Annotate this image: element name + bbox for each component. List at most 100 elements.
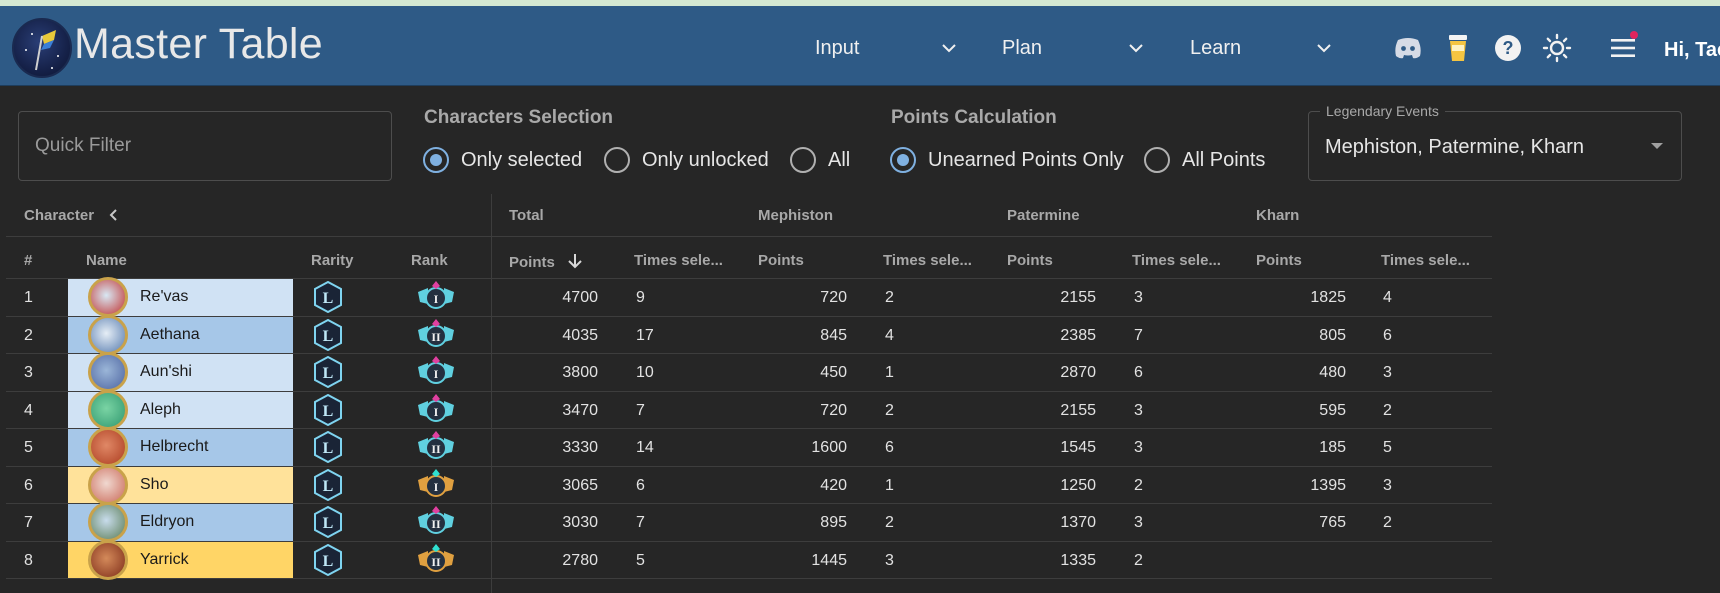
column-header-name[interactable]: Name xyxy=(86,252,127,269)
table-row[interactable]: 2 Aethana L II 4035 17 845 4 2385 7 805 6 xyxy=(6,314,1492,355)
column-group-total: Total xyxy=(509,207,544,224)
mephiston-times-cell: 4 xyxy=(885,326,894,344)
table-row[interactable]: 4 Aleph L I 3470 7 720 2 2155 3 595 2 xyxy=(6,389,1492,430)
radio-unchecked-icon xyxy=(790,147,816,173)
legendary-rarity-icon: L xyxy=(314,543,342,576)
table-row[interactable]: 3 Aun'shi L I 3800 10 450 1 2870 6 480 3 xyxy=(6,352,1492,393)
character-portrait-icon xyxy=(88,314,128,355)
quick-filter-input[interactable] xyxy=(18,111,392,181)
character-name-cell[interactable]: Aun'shi xyxy=(68,352,293,393)
column-header-rarity[interactable]: Rarity xyxy=(311,252,354,269)
nav-menu-label: Learn xyxy=(1190,36,1242,59)
radio-checked-icon xyxy=(423,147,449,173)
character-name: Helbrecht xyxy=(140,438,209,456)
character-portrait-icon xyxy=(88,502,128,543)
column-header-total-times[interactable]: Times sele... xyxy=(634,252,723,269)
radio-unchecked-icon xyxy=(604,147,630,173)
radio-all[interactable]: All xyxy=(790,146,850,174)
character-name-cell[interactable]: Sho xyxy=(68,464,293,505)
total-times-cell: 7 xyxy=(636,514,645,531)
column-header-index[interactable]: # xyxy=(24,252,32,269)
chevron-down-icon xyxy=(942,44,956,53)
logo-emblem-icon xyxy=(25,30,59,71)
column-header-rank[interactable]: Rank xyxy=(411,252,448,269)
character-name: Yarrick xyxy=(140,550,189,568)
nav-menu-input[interactable]: Input xyxy=(815,30,965,66)
row-index: 3 xyxy=(24,364,33,381)
nav-menu-label: Plan xyxy=(1002,36,1043,59)
character-name-cell[interactable]: Re'vas xyxy=(68,277,293,318)
svg-text:II: II xyxy=(431,517,441,531)
character-name-cell[interactable]: Yarrick xyxy=(68,539,293,580)
row-index: 7 xyxy=(24,514,33,531)
mephiston-points-cell: 1445 xyxy=(811,551,847,569)
dropdown-arrow-icon[interactable] xyxy=(1651,143,1663,149)
rank-badge-gold-icon: II xyxy=(418,543,454,572)
character-name: Sho xyxy=(140,475,169,493)
nav-menu-plan[interactable]: Plan xyxy=(1002,30,1152,66)
chevron-left-icon[interactable] xyxy=(108,208,120,222)
radio-only-unlocked[interactable]: Only unlocked xyxy=(604,146,769,174)
legendary-rarity-icon: L xyxy=(314,468,342,501)
help-icon[interactable]: ? xyxy=(1492,32,1524,64)
character-name-cell[interactable]: Aleph xyxy=(68,389,293,430)
user-greeting[interactable]: Hi, Tac xyxy=(1664,39,1720,62)
table-row[interactable]: 6 Sho L I 3065 6 420 1 1250 2 1395 3 xyxy=(6,464,1492,505)
sun-icon[interactable] xyxy=(1541,32,1573,64)
table-row[interactable]: 5 Helbrecht L II 3330 14 1600 6 1545 3 185 5 xyxy=(6,427,1492,468)
radio-checked-icon xyxy=(890,147,916,173)
character-name-cell[interactable]: Eldryon xyxy=(68,502,293,543)
kharn-points-cell: 805 xyxy=(1319,326,1346,344)
patermine-points-cell: 2385 xyxy=(1060,326,1096,344)
sort-descending-arrow-icon[interactable] xyxy=(567,252,583,270)
character-portrait-icon xyxy=(88,539,128,580)
character-name: Aun'shi xyxy=(140,363,192,381)
row-index: 2 xyxy=(24,326,33,344)
svg-text:L: L xyxy=(323,328,334,345)
column-header-kharn-points[interactable]: Points xyxy=(1256,252,1302,269)
svg-text:II: II xyxy=(431,555,441,569)
column-header-kharn-times[interactable]: Times sele... xyxy=(1381,252,1470,269)
column-group-character[interactable]: Character xyxy=(24,207,120,224)
character-name-cell[interactable]: Helbrecht xyxy=(68,427,293,468)
radio-unearned-points-only[interactable]: Unearned Points Only xyxy=(890,146,1124,174)
svg-text:L: L xyxy=(323,440,334,457)
total-points-cell: 3330 xyxy=(562,439,598,456)
mephiston-points-cell: 845 xyxy=(820,326,847,344)
coffee-cup-icon[interactable] xyxy=(1442,32,1474,64)
character-name: Aethana xyxy=(140,325,200,343)
table-row[interactable]: 7 Eldryon L II 3030 7 895 2 1370 3 765 2 xyxy=(6,502,1492,543)
chevron-down-icon xyxy=(1317,44,1331,53)
kharn-points-cell: 480 xyxy=(1319,364,1346,381)
svg-text:II: II xyxy=(431,442,441,456)
kharn-points-cell: 595 xyxy=(1319,401,1346,419)
table-row[interactable]: 8 Yarrick L II 2780 5 1445 3 1335 2 xyxy=(6,539,1492,580)
svg-text:I: I xyxy=(434,292,439,306)
legendary-rarity-icon: L xyxy=(314,356,342,388)
kharn-times-cell: 3 xyxy=(1383,364,1392,381)
column-header-patermine-points[interactable]: Points xyxy=(1007,252,1053,269)
legendary-events-value: Mephiston, Patermine, Kharn xyxy=(1325,136,1585,158)
character-portrait-icon xyxy=(88,389,128,430)
menu-icon[interactable] xyxy=(1607,31,1639,64)
table-row[interactable]: 1 Re'vas L I 4700 9 720 2 2155 3 1825 4 xyxy=(6,277,1492,318)
radio-only-selected[interactable]: Only selected xyxy=(423,146,582,174)
kharn-points-cell: 1825 xyxy=(1310,289,1346,306)
total-points-cell: 3800 xyxy=(562,364,598,381)
column-header-patermine-times[interactable]: Times sele... xyxy=(1132,252,1221,269)
patermine-points-cell: 1545 xyxy=(1060,439,1096,456)
column-header-mephiston-points[interactable]: Points xyxy=(758,252,804,269)
nav-menu-learn[interactable]: Learn xyxy=(1190,30,1340,66)
character-name-cell[interactable]: Aethana xyxy=(68,314,293,355)
kharn-times-cell: 4 xyxy=(1383,289,1392,306)
column-header-total-points[interactable]: Points xyxy=(509,252,583,271)
svg-text:?: ? xyxy=(1503,38,1514,58)
app-logo[interactable] xyxy=(12,18,72,78)
column-header-mephiston-times[interactable]: Times sele... xyxy=(883,252,972,269)
discord-icon[interactable] xyxy=(1392,32,1424,64)
svg-text:L: L xyxy=(323,403,334,420)
character-portrait-icon xyxy=(88,352,128,393)
radio-all-points[interactable]: All Points xyxy=(1144,146,1265,174)
kharn-points-cell: 1395 xyxy=(1310,476,1346,494)
row-index: 8 xyxy=(24,551,33,569)
